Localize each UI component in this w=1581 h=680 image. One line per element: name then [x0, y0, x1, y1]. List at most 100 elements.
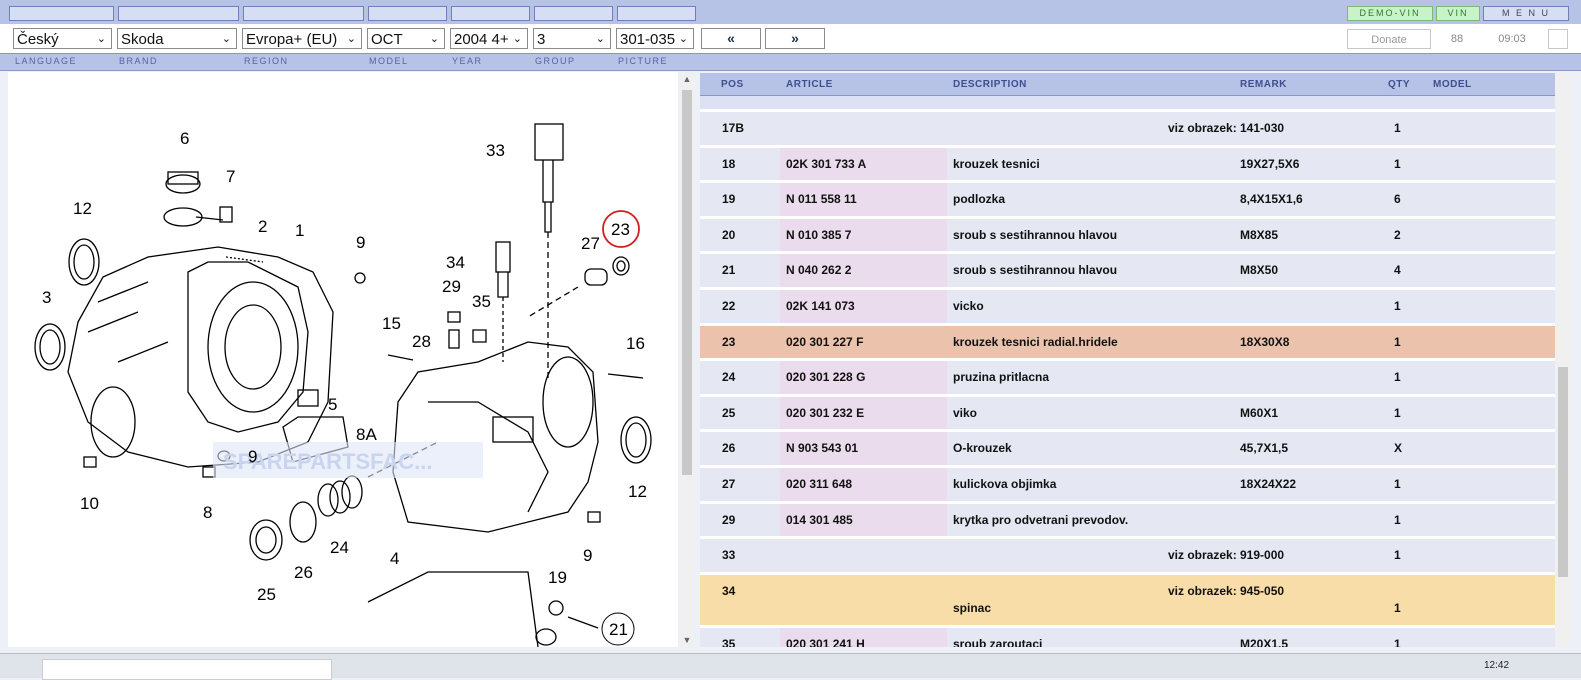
callout-12b[interactable]: 12 — [628, 482, 647, 501]
cell-article[interactable]: 020 301 232 E — [786, 406, 864, 420]
donate-button[interactable]: Donate — [1347, 29, 1431, 49]
callout-9b[interactable]: 9 — [248, 447, 257, 466]
toolbar-slot-7[interactable] — [617, 6, 696, 21]
callout-25[interactable]: 25 — [257, 585, 276, 604]
cell-article[interactable]: 02K 301 733 A — [786, 157, 866, 171]
callout-12[interactable]: 12 — [73, 199, 92, 218]
table-row[interactable]: 35 020 301 241 H sroub zaroutaci M20X1,5 1 — [700, 624, 1555, 647]
cell-article[interactable]: N 011 558 11 — [786, 192, 857, 206]
diagram-scrollbar[interactable]: ▲ ▼ — [680, 72, 694, 647]
toolbar-slot-4[interactable] — [368, 6, 447, 21]
year-select[interactable]: 2004 4+ ⌄ — [450, 28, 528, 49]
table-row[interactable]: 29 014 301 485 krytka pro odvetrani prevod… — [700, 500, 1555, 537]
language-select[interactable]: Český ⌄ — [13, 28, 112, 49]
cell-remark: M60X1 — [1240, 405, 1279, 420]
table-row[interactable]: 19 N 011 558 11 podlozka 8,4X15X1,6 6 — [700, 180, 1555, 217]
cell-qty: 1 — [1394, 548, 1401, 563]
cell-description: kulickova objimka — [953, 477, 1057, 491]
chevron-down-icon: ⌄ — [678, 33, 688, 45]
cell-pos: 29 — [722, 512, 736, 527]
callout-6[interactable]: 6 — [180, 129, 189, 148]
model-value: OCT — [371, 31, 403, 48]
cell-description: krytka pro odvetrani prevodov. — [953, 512, 1129, 527]
callout-2[interactable]: 2 — [258, 217, 267, 236]
table-row[interactable]: 34 spinac viz obrazek: 945-050 1 — [700, 571, 1555, 625]
cell-pos: 20 — [722, 227, 736, 242]
callout-3[interactable]: 3 — [42, 288, 51, 307]
cell-article[interactable]: 014 301 485 — [786, 513, 853, 527]
scroll-up-icon[interactable]: ▲ — [680, 74, 694, 84]
demo-vin-button[interactable]: DEMO-VIN — [1347, 6, 1433, 21]
vin-button[interactable]: VIN — [1436, 6, 1480, 21]
cell-article[interactable]: 020 301 241 H — [786, 637, 865, 647]
callout-35[interactable]: 35 — [472, 292, 491, 311]
prev-picture-button[interactable]: « — [701, 28, 761, 49]
callout-27[interactable]: 27 — [581, 234, 600, 253]
menu-button[interactable]: M E N U — [1483, 6, 1569, 21]
header-article: ARTICLE — [786, 79, 833, 90]
brand-select[interactable]: Skoda ⌄ — [117, 28, 237, 49]
callout-10[interactable]: 10 — [80, 494, 99, 513]
table-row[interactable]: 21 N 040 262 2 sroub s sestihrannou hlavou… — [700, 251, 1555, 288]
toolbar-slot-3[interactable] — [243, 6, 364, 21]
picture-select[interactable]: 301-035 ⌄ — [616, 28, 694, 49]
table-row[interactable]: 24 020 301 228 G pruzina pritlacna 1 — [700, 358, 1555, 395]
cell-article[interactable]: 020 311 648 — [786, 477, 852, 491]
toolbar-slot-5[interactable] — [451, 6, 530, 21]
cell-article[interactable]: N 040 262 2 — [786, 263, 851, 277]
model-select[interactable]: OCT ⌄ — [367, 28, 445, 49]
callout-33[interactable]: 33 — [486, 141, 505, 160]
cell-article[interactable]: 020 301 228 G — [786, 370, 865, 384]
parts-diagram[interactable]: SPAREPARTSFAC... 6 7 12 2 1 9 3 5 8A 9 1… — [8, 72, 678, 647]
callout-24[interactable]: 24 — [330, 538, 349, 557]
callout-7[interactable]: 7 — [226, 167, 235, 186]
table-row[interactable]: 17B viz obrazek: 141-030 1 — [700, 109, 1555, 145]
cell-remark: 19X27,5X6 — [1240, 156, 1300, 171]
cell-article[interactable]: N 903 543 01 — [786, 441, 858, 455]
callout-29[interactable]: 29 — [442, 277, 461, 296]
callout-19[interactable]: 19 — [548, 568, 567, 587]
callout-9[interactable]: 9 — [356, 233, 365, 252]
table-scroll-thumb[interactable] — [1558, 367, 1568, 577]
callout-9c[interactable]: 9 — [583, 546, 592, 565]
table-row[interactable]: 27 020 311 648 kulickova objimka 18X24X22 1 — [700, 465, 1555, 501]
table-row[interactable]: 23 020 301 227 F krouzek tesnici radial.hr… — [700, 322, 1555, 359]
cell-remark: M8X85 — [1240, 227, 1279, 242]
callout-16[interactable]: 16 — [626, 334, 645, 353]
table-row[interactable]: 20 N 010 385 7 sroub s sestihrannou hlavou… — [700, 215, 1555, 252]
toolbar-slot-2[interactable] — [118, 6, 239, 21]
callout-1[interactable]: 1 — [295, 221, 304, 240]
label-picture: PICTURE — [618, 56, 669, 66]
callout-26[interactable]: 26 — [294, 563, 313, 582]
toolbar-slot-6[interactable] — [534, 6, 613, 21]
scroll-down-icon[interactable]: ▼ — [680, 635, 694, 645]
callout-4[interactable]: 4 — [390, 549, 399, 568]
region-select[interactable]: Evropa+ (EU) ⌄ — [242, 28, 362, 49]
parts-table: POS ARTICLE DESCRIPTION REMARK QTY MODEL… — [700, 73, 1555, 647]
table-row[interactable]: 18 02K 301 733 A krouzek tesnici 19X27,5X6 1 — [700, 144, 1555, 181]
table-row[interactable]: 25 020 301 232 E viko M60X1 1 — [700, 393, 1555, 430]
callout-21[interactable]: 21 — [609, 620, 628, 639]
next-picture-button[interactable]: » — [765, 28, 825, 49]
table-row[interactable]: 22 02K 141 073 vicko 1 — [700, 287, 1555, 323]
cell-article[interactable]: N 010 385 7 — [786, 228, 851, 242]
table-row[interactable]: 33 viz obrazek: 919-000 1 — [700, 536, 1555, 573]
table-row[interactable]: 26 N 903 543 01 O-krouzek 45,7X1,5 X — [700, 429, 1555, 466]
toolbar-slot-1[interactable] — [9, 6, 114, 21]
diagram-scroll-thumb[interactable] — [682, 90, 692, 475]
callout-8[interactable]: 8 — [203, 503, 212, 522]
cell-article[interactable]: 020 301 227 F — [786, 335, 863, 349]
callout-8a[interactable]: 8A — [356, 425, 377, 444]
callout-34[interactable]: 34 — [446, 253, 465, 272]
callout-28[interactable]: 28 — [412, 332, 431, 351]
cell-qty: 6 — [1394, 192, 1401, 207]
cell-pos: 21 — [722, 263, 736, 278]
callout-5[interactable]: 5 — [328, 395, 337, 414]
callout-23[interactable]: 23 — [611, 220, 630, 239]
table-scrollbar[interactable] — [1556, 72, 1570, 647]
callout-15[interactable]: 15 — [382, 314, 401, 333]
cell-article[interactable]: 02K 141 073 — [786, 299, 855, 313]
cell-qty: 1 — [1394, 477, 1401, 491]
group-select[interactable]: 3 ⌄ — [533, 28, 611, 49]
blank-box[interactable] — [1548, 29, 1568, 49]
